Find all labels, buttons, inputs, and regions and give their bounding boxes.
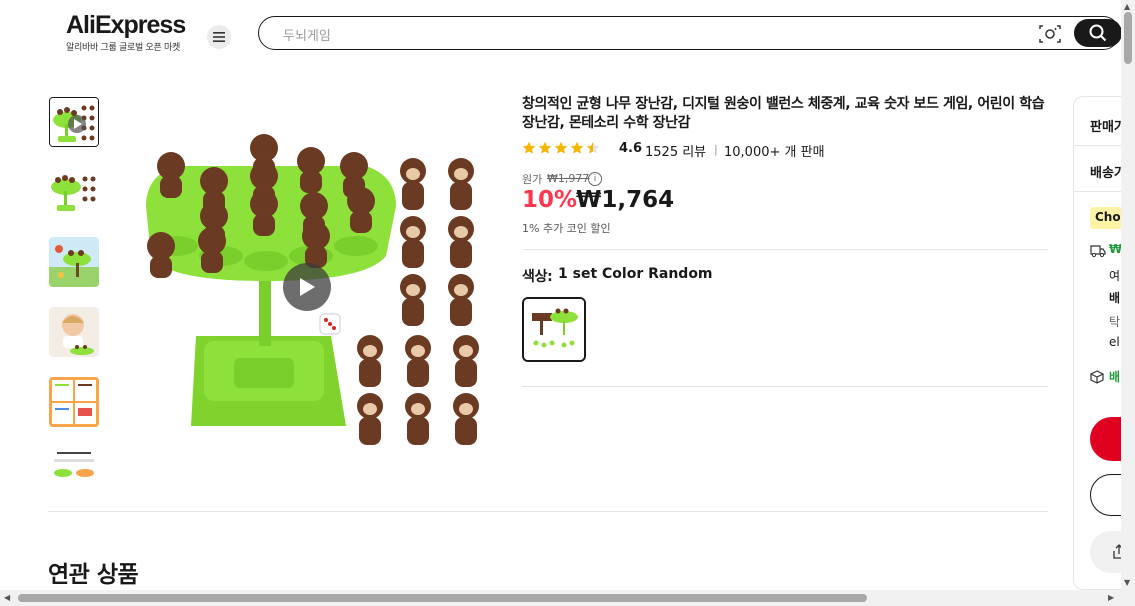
play-icon	[300, 278, 315, 296]
divider: |	[714, 143, 718, 156]
variant-thumbnail	[524, 299, 584, 360]
original-price: ₩1,977	[547, 172, 590, 185]
truck-icon	[1090, 245, 1106, 258]
package-icon	[1090, 370, 1104, 384]
scroll-left-arrow[interactable]: ◀	[4, 593, 10, 602]
search-bar[interactable]: 두뇌게임	[258, 16, 1122, 50]
divider	[522, 386, 1048, 387]
vertical-scroll-thumb[interactable]	[1124, 12, 1132, 64]
search-button[interactable]	[1074, 19, 1122, 47]
search-input[interactable]: 두뇌게임	[283, 25, 331, 44]
monkey-toy-thumbnail	[49, 237, 99, 287]
thumbnail-4[interactable]	[49, 307, 99, 357]
thumbnail-video[interactable]	[49, 97, 99, 147]
star-icon	[554, 141, 568, 154]
scroll-up-arrow[interactable]: ▲	[1124, 2, 1130, 11]
divider	[522, 249, 1048, 250]
monkey-toy-thumbnail	[49, 167, 99, 217]
delivery-info: 여	[1109, 269, 1121, 283]
color-variant-option[interactable]	[522, 297, 586, 362]
thumbnail-3[interactable]	[49, 237, 99, 287]
delivery-note: 탁	[1109, 315, 1121, 329]
main-product-image[interactable]	[116, 96, 498, 478]
delivery-guarantee: 배	[1109, 370, 1121, 384]
sold-count: 10,000+ 개 판매	[724, 145, 825, 160]
game-comparison-thumbnail	[49, 447, 99, 478]
coin-discount-note: 1% 추가 코인 할인	[522, 222, 611, 235]
hamburger-icon	[213, 32, 225, 42]
color-label: 색상:	[522, 269, 553, 285]
child-playing-thumbnail	[49, 307, 99, 357]
half-star-icon	[586, 141, 600, 154]
monkey-toy-thumbnail	[50, 98, 98, 146]
logo-tagline: 알리바바 그룹 글로벌 오픈 마켓	[66, 43, 180, 53]
color-value: 1 set Color Random	[558, 266, 713, 282]
scroll-right-arrow[interactable]: ▶	[1108, 593, 1114, 602]
delivery-detail: el	[1109, 335, 1120, 349]
star-icon	[570, 141, 584, 154]
sale-price: ₩1,764	[576, 187, 675, 213]
instructions-thumbnail	[49, 377, 99, 427]
original-price-label: 원가	[522, 173, 543, 186]
horizontal-scroll-thumb[interactable]	[18, 594, 867, 602]
review-count[interactable]: 1525 리뷰	[645, 141, 706, 160]
aliexpress-logo[interactable]: AliExpress	[66, 11, 186, 40]
image-search-icon[interactable]	[1039, 24, 1061, 44]
thumbnail-6[interactable]	[49, 447, 99, 478]
thumbnail-5[interactable]	[49, 377, 99, 427]
search-icon	[1089, 24, 1107, 42]
rating-stars	[522, 141, 600, 155]
scroll-down-arrow[interactable]: ▼	[1124, 578, 1130, 587]
info-icon[interactable]: i	[588, 172, 602, 186]
star-icon	[538, 141, 552, 154]
discount-percent: 10%	[522, 187, 578, 213]
delivery-date: 배	[1109, 291, 1121, 305]
vertical-scrollbar[interactable]	[1121, 0, 1135, 590]
section-divider	[48, 511, 1048, 512]
menu-button[interactable]	[207, 25, 231, 49]
rating-score: 4.6	[619, 141, 643, 156]
star-icon	[522, 141, 536, 154]
product-title: 창의적인 균형 나무 장난감, 디지털 원숭이 밸런스 체중계, 교육 숫자 보…	[522, 96, 1045, 131]
thumbnail-2[interactable]	[49, 167, 99, 217]
related-products-heading: 연관 상품	[48, 562, 139, 588]
video-play-button[interactable]	[283, 263, 331, 311]
